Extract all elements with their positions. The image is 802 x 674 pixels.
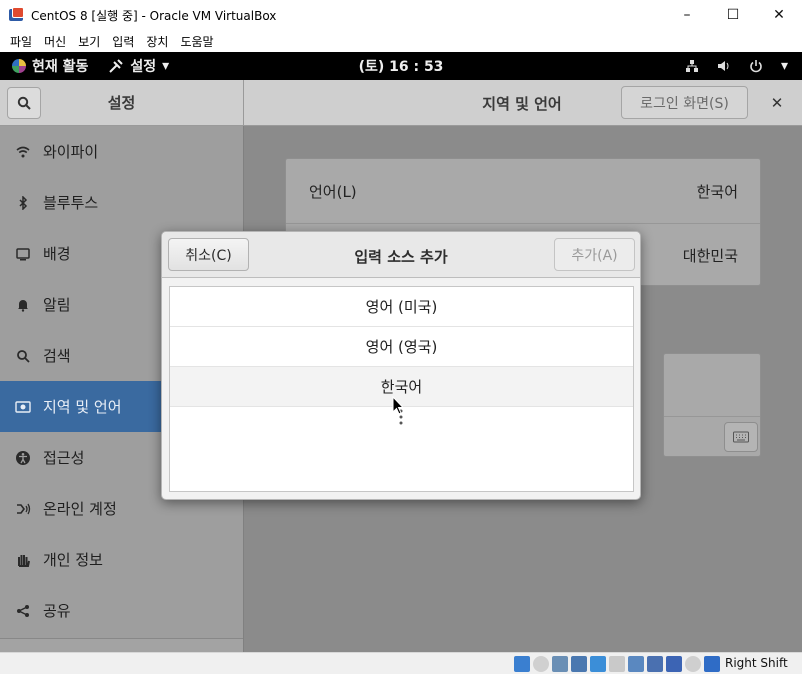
formats-value: 대한민국 bbox=[682, 247, 738, 265]
window-controls: – ☐ ✕ bbox=[664, 0, 802, 30]
input-sources-panel bbox=[663, 353, 761, 457]
menu-machine[interactable]: 머신 bbox=[38, 33, 72, 50]
keyboard-capture-icon[interactable] bbox=[704, 656, 720, 672]
sidebar-item-label: 배경 bbox=[43, 245, 71, 263]
virtualbox-titlebar: CentOS 8 [실행 중] - Oracle VM VirtualBox –… bbox=[0, 0, 802, 30]
sidebar-item-privacy[interactable]: 개인 정보 bbox=[0, 534, 243, 585]
share-icon bbox=[15, 603, 31, 619]
content-header: 지역 및 언어 로그인 화면(S) ✕ bbox=[244, 80, 802, 126]
maximize-button[interactable]: ☐ bbox=[710, 0, 756, 30]
status-icons bbox=[514, 656, 720, 672]
optical-drive-icon[interactable] bbox=[533, 656, 549, 672]
audio-icon[interactable] bbox=[552, 656, 568, 672]
background-icon bbox=[15, 246, 31, 262]
dialog-header: 취소(C) 입력 소스 추가 추가(A) bbox=[162, 232, 640, 278]
virtualization-icon[interactable] bbox=[666, 656, 682, 672]
virtualbox-app-icon bbox=[9, 7, 25, 23]
input-sources-divider bbox=[664, 416, 760, 417]
display-icon[interactable] bbox=[628, 656, 644, 672]
tools-icon bbox=[108, 58, 124, 74]
sidebar-item-label: 공유 bbox=[43, 602, 71, 620]
input-source-list: 영어 (미국) 영어 (영국) 한국어 bbox=[169, 286, 634, 492]
activities-button[interactable]: 현재 활동 bbox=[12, 56, 88, 76]
bell-icon bbox=[15, 297, 31, 313]
privacy-hand-icon bbox=[15, 552, 31, 568]
list-item-english-uk[interactable]: 영어 (영국) bbox=[170, 327, 633, 367]
mouse-integration-icon[interactable] bbox=[685, 656, 701, 672]
gnome-topbar: 현재 활동 설정 ▾ (토) 16 : 53 ▾ bbox=[0, 52, 802, 80]
language-value: 한국어 bbox=[696, 182, 738, 201]
login-screen-button[interactable]: 로그인 화면(S) bbox=[621, 86, 748, 119]
shared-folders-icon[interactable] bbox=[609, 656, 625, 672]
sidebar-item-bluetooth[interactable]: 블루투스 bbox=[0, 177, 243, 228]
minimize-button[interactable]: – bbox=[664, 0, 710, 30]
list-item-english-us[interactable]: 영어 (미국) bbox=[170, 287, 633, 327]
sidebar-item-wifi[interactable]: 와이파이 bbox=[0, 126, 243, 177]
menu-help[interactable]: 도움말 bbox=[174, 33, 219, 50]
sidebar-item-label: 개인 정보 bbox=[43, 551, 103, 569]
language-row[interactable]: 언어(L) 한국어 bbox=[286, 159, 760, 223]
close-window-button[interactable]: ✕ bbox=[756, 0, 802, 30]
tray-dropdown-icon: ▾ bbox=[780, 58, 788, 74]
power-icon bbox=[749, 59, 763, 73]
menu-view[interactable]: 보기 bbox=[72, 33, 106, 50]
menu-devices[interactable]: 장치 bbox=[140, 33, 174, 50]
sidebar-item-label: 블루투스 bbox=[43, 194, 99, 212]
region-icon bbox=[15, 399, 31, 415]
mouse-pointer-icon bbox=[392, 396, 405, 415]
sidebar-item-sharing[interactable]: 공유 bbox=[0, 585, 243, 636]
search-icon bbox=[17, 96, 31, 110]
menu-file[interactable]: 파일 bbox=[4, 33, 38, 50]
volume-icon bbox=[717, 59, 731, 73]
virtualbox-menubar: 파일 머신 보기 입력 장치 도움말 bbox=[0, 30, 802, 52]
menu-input[interactable]: 입력 bbox=[106, 33, 140, 50]
add-input-source-dialog: 취소(C) 입력 소스 추가 추가(A) 영어 (미국) 영어 (영국) 한국어 bbox=[161, 231, 641, 500]
sidebar-next-item bbox=[0, 638, 243, 652]
sidebar-item-label: 알림 bbox=[43, 296, 71, 314]
search-toggle-button[interactable] bbox=[7, 87, 41, 119]
sidebar-header: 설정 bbox=[0, 80, 244, 126]
sidebar-item-label: 와이파이 bbox=[43, 143, 99, 161]
search-icon bbox=[15, 348, 31, 364]
accessibility-icon bbox=[15, 450, 31, 466]
hard-disk-icon[interactable] bbox=[514, 656, 530, 672]
app-menu-label: 설정 bbox=[130, 59, 157, 75]
host-key-label: Right Shift bbox=[725, 656, 788, 670]
network-adapter-icon[interactable] bbox=[571, 656, 587, 672]
close-settings-button[interactable]: ✕ bbox=[764, 91, 790, 115]
sidebar-item-label: 검색 bbox=[43, 347, 71, 365]
sidebar-item-label: 접근성 bbox=[43, 449, 85, 467]
language-label: 언어(L) bbox=[309, 182, 357, 201]
system-tray[interactable]: ▾ bbox=[685, 58, 788, 74]
keyboard-settings-button[interactable] bbox=[724, 422, 758, 452]
usb-icon[interactable] bbox=[590, 656, 606, 672]
virtualbox-status-bar: Right Shift bbox=[0, 652, 802, 674]
sidebar-item-label: 지역 및 언어 bbox=[43, 398, 122, 416]
recording-icon[interactable] bbox=[647, 656, 663, 672]
close-icon: ✕ bbox=[770, 94, 784, 112]
gnome-logo-icon bbox=[12, 59, 26, 73]
app-menu-button[interactable]: 설정 ▾ bbox=[108, 56, 169, 76]
online-accounts-icon bbox=[15, 501, 31, 517]
bluetooth-icon bbox=[15, 195, 31, 211]
sidebar-item-label: 온라인 계정 bbox=[43, 500, 117, 518]
activities-label: 현재 활동 bbox=[32, 59, 89, 75]
wifi-icon bbox=[15, 144, 31, 160]
dropdown-arrow-icon: ▾ bbox=[162, 58, 170, 74]
network-icon bbox=[685, 59, 699, 73]
add-button[interactable]: 추가(A) bbox=[554, 238, 635, 271]
keyboard-icon bbox=[733, 431, 749, 443]
window-title: CentOS 8 [실행 중] - Oracle VM VirtualBox bbox=[31, 8, 277, 23]
